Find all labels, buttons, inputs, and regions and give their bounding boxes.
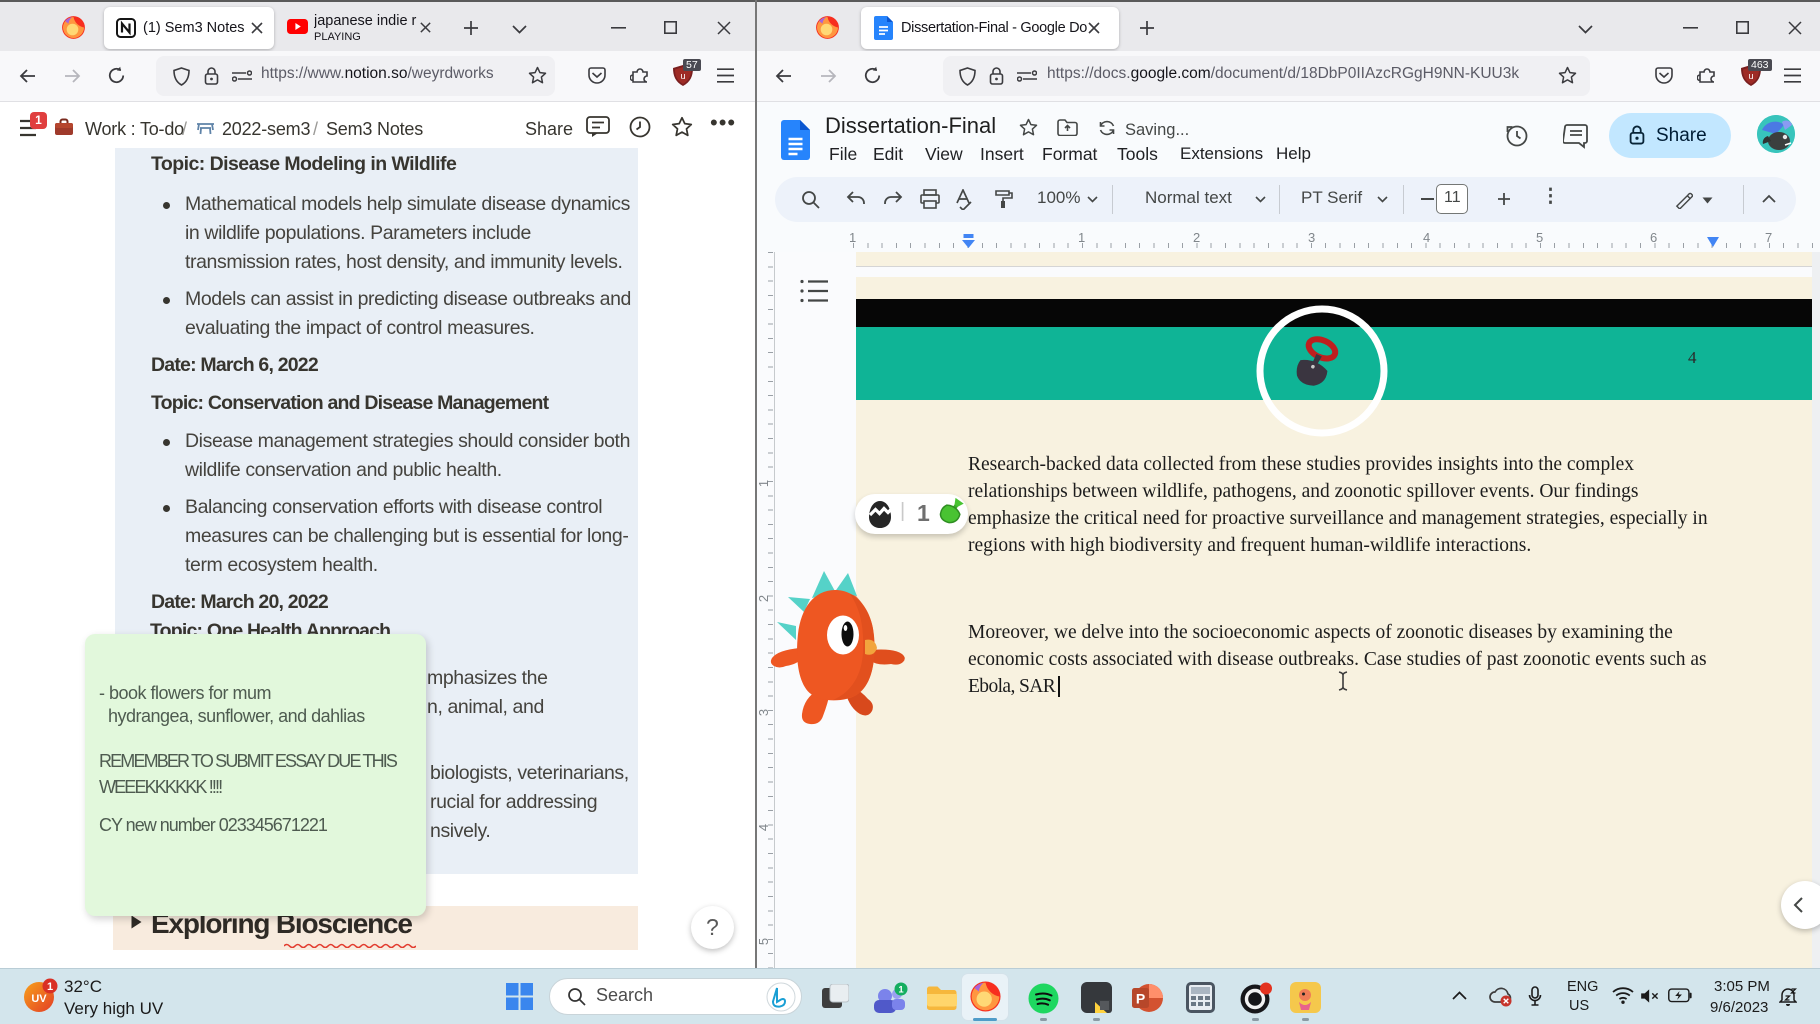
svg-text:u: u [680, 71, 685, 81]
svg-text:P: P [1136, 991, 1145, 1007]
svg-text:u: u [1748, 71, 1753, 81]
svg-text:1: 1 [898, 985, 904, 996]
svg-text:1: 1 [47, 981, 53, 993]
svg-text:UV: UV [31, 993, 47, 1005]
